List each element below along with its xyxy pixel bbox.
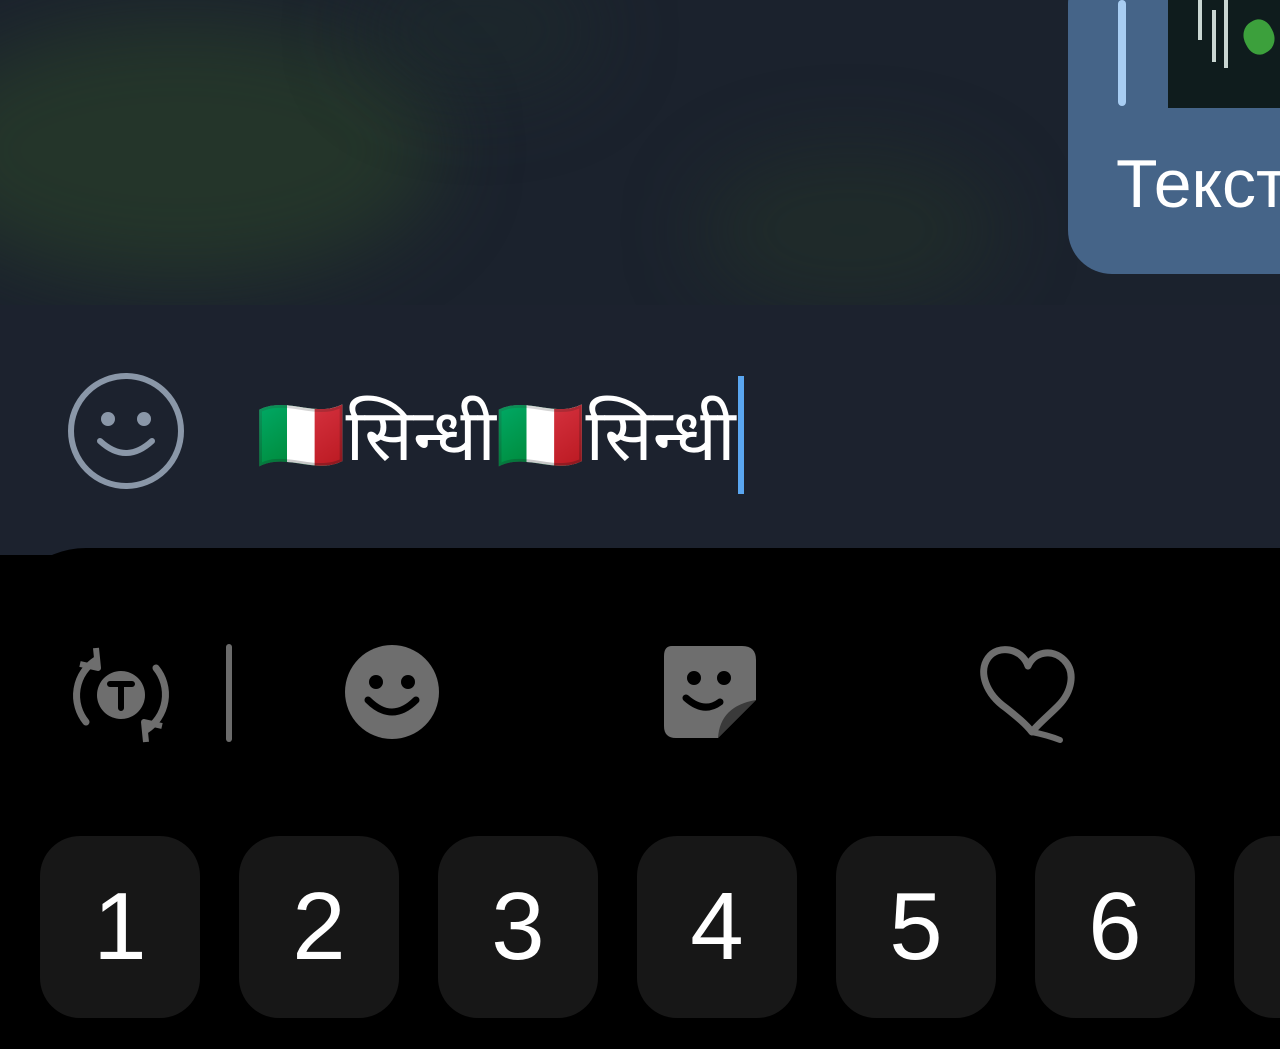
key-5[interactable]: 5	[836, 836, 996, 1018]
key-3[interactable]: 3	[438, 836, 598, 1018]
key-2[interactable]: 2	[239, 836, 399, 1018]
emoji-button[interactable]	[66, 371, 186, 491]
heart-icon	[980, 646, 1075, 743]
emoji-icon	[345, 645, 439, 739]
message-text: Текст	[1116, 146, 1280, 222]
key-6[interactable]: 6	[1035, 836, 1195, 1018]
thumbnail-leaf	[1237, 14, 1280, 60]
thumbnail-detail	[1198, 0, 1202, 40]
key-4[interactable]: 4	[637, 836, 797, 1018]
sticker-tab[interactable]	[658, 640, 762, 744]
soft-keyboard: 1 2 3 4 5 6 7	[0, 548, 1280, 1049]
message-input-text: 🇮🇹सिन्धी🇮🇹सिन्धी	[256, 393, 736, 477]
key-1[interactable]: 1	[40, 836, 200, 1018]
chat-wallpaper-blob	[700, 150, 1000, 305]
favorites-tab[interactable]	[976, 636, 1080, 744]
message-composer: 🇮🇹सिन्धी🇮🇹सिन्धी	[0, 305, 1280, 555]
text-caret	[737, 376, 744, 494]
outgoing-message-bubble[interactable]: Текст	[1068, 0, 1280, 274]
reply-quote-bar	[1118, 0, 1126, 106]
smile-outline-icon	[68, 373, 184, 489]
emoji-tab[interactable]	[340, 640, 444, 744]
sticker-icon	[664, 646, 756, 738]
toolbar-divider	[226, 644, 232, 742]
chat-area[interactable]: Текст	[0, 0, 1280, 305]
key-7[interactable]: 7	[1234, 836, 1280, 1018]
translate-button[interactable]	[66, 640, 176, 750]
media-thumbnail[interactable]	[1168, 0, 1280, 108]
thumbnail-detail	[1212, 10, 1216, 62]
translate-icon	[73, 647, 169, 743]
message-input[interactable]: 🇮🇹सिन्धी🇮🇹सिन्धी	[256, 375, 744, 495]
thumbnail-detail	[1224, 0, 1228, 68]
screen: Текст 🇮🇹सिन्धी🇮🇹सिन्धी 1 2 3 4 5 6	[0, 0, 1280, 1049]
